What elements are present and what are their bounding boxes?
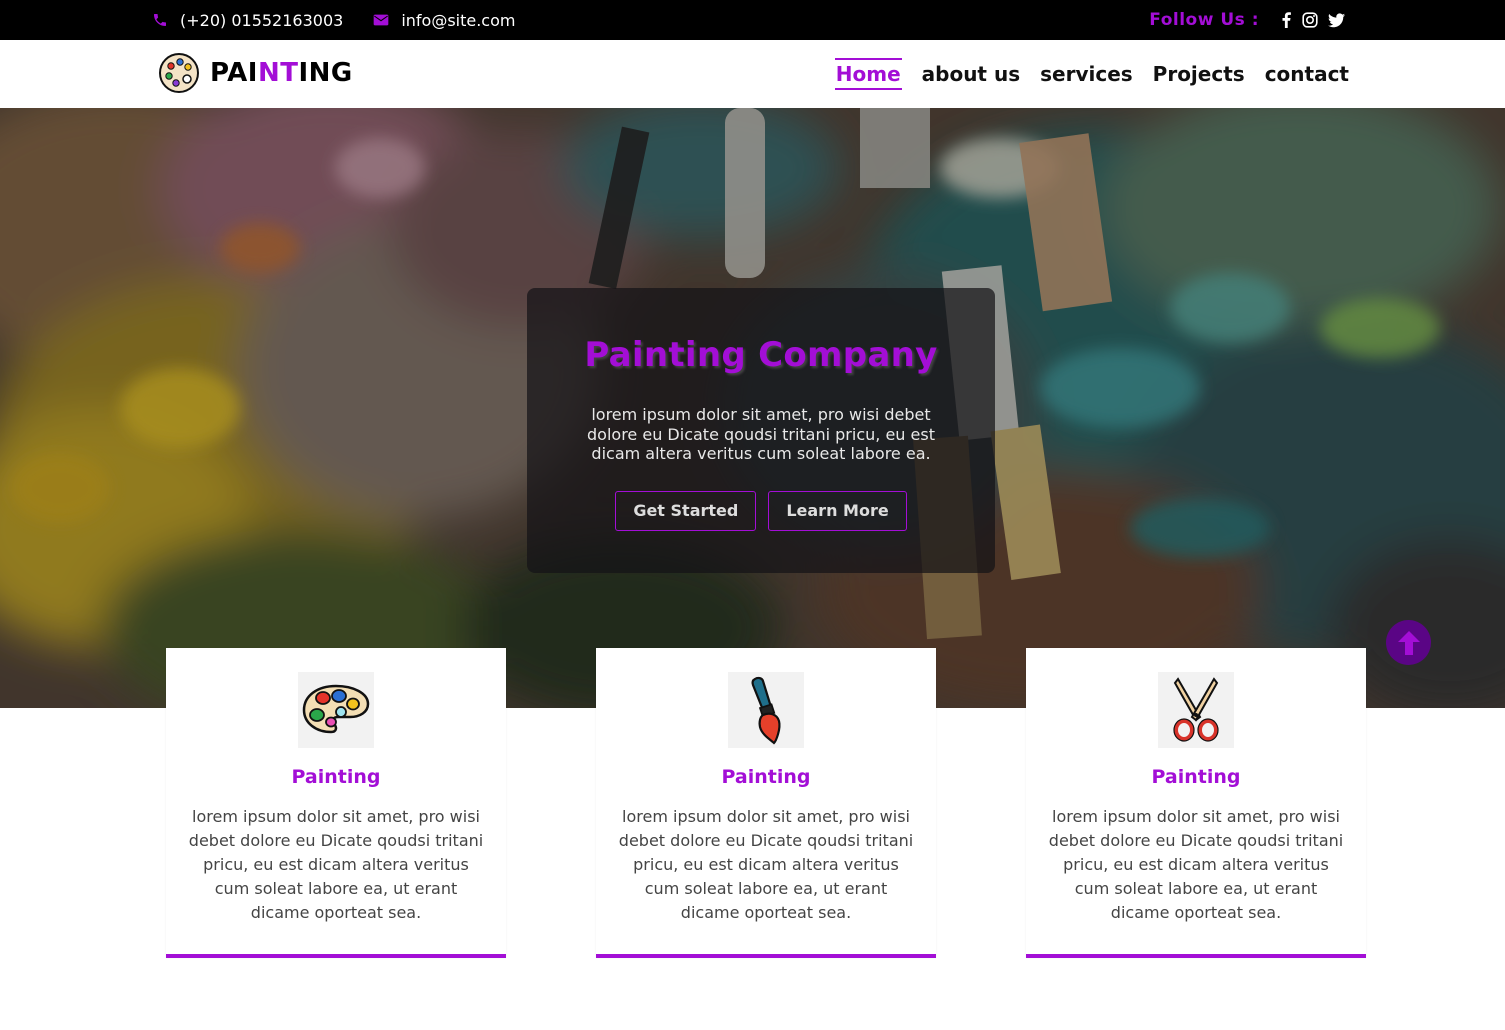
nav-services[interactable]: services — [1040, 58, 1133, 90]
service-text: lorem ipsum dolor sit amet, pro wisi deb… — [1048, 807, 1344, 922]
phone-contact[interactable]: (+20) 01552163003 — [152, 11, 343, 30]
service-text: lorem ipsum dolor sit amet, pro wisi deb… — [188, 807, 484, 922]
instagram-icon[interactable] — [1302, 12, 1318, 28]
hero-buttons: Get Started Learn More — [527, 490, 995, 531]
follow-us: Follow Us : — [1149, 0, 1345, 40]
nav-contact[interactable]: contact — [1265, 58, 1349, 90]
palette-logo-icon — [159, 53, 199, 93]
service-card: Painting lorem ipsum dolor sit amet, pro… — [596, 648, 936, 958]
nav-projects[interactable]: Projects — [1153, 58, 1245, 90]
arrow-up-icon — [1397, 630, 1420, 655]
learn-more-button[interactable]: Learn More — [768, 490, 907, 531]
hero-card: Painting Company lorem ipsum dolor sit a… — [527, 288, 995, 573]
envelope-icon — [373, 14, 389, 26]
scissors-icon — [1173, 677, 1219, 742]
brand-name-accent: NT — [257, 58, 299, 88]
follow-label: Follow Us : — [1149, 10, 1259, 30]
paintbrush-icon — [751, 676, 781, 745]
main-nav: Home about us services Projects contact — [815, 40, 1349, 108]
get-started-button[interactable]: Get Started — [615, 490, 757, 531]
hero-text: lorem ipsum dolor sit amet, pro wisi deb… — [587, 405, 935, 463]
palette-icon — [302, 684, 370, 734]
service-text: lorem ipsum dolor sit amet, pro wisi deb… — [618, 807, 914, 922]
service-icon-box — [728, 672, 804, 748]
brand-name-part3: ING — [298, 58, 353, 88]
phone-icon — [154, 14, 166, 26]
contact-info: (+20) 01552163003 info@site.com — [152, 0, 545, 40]
service-card: Painting lorem ipsum dolor sit amet, pro… — [1026, 648, 1366, 958]
service-title: Painting — [721, 766, 811, 788]
brand-name-part1: PAI — [210, 58, 258, 88]
service-icon-box — [1158, 672, 1234, 748]
service-icon-box — [298, 672, 374, 748]
scroll-to-top-button[interactable] — [1386, 620, 1431, 665]
twitter-icon[interactable] — [1328, 12, 1345, 28]
service-title: Painting — [291, 766, 381, 788]
email-contact[interactable]: info@site.com — [373, 11, 515, 30]
top-bar: (+20) 01552163003 info@site.com Follow U… — [0, 0, 1505, 40]
brand-name: PAINTING — [210, 58, 353, 88]
navbar: PAINTING Home about us services Projects… — [0, 40, 1505, 108]
hero-section: Painting Company lorem ipsum dolor sit a… — [0, 108, 1505, 708]
brand-logo[interactable]: PAINTING — [158, 52, 353, 94]
nav-about-us[interactable]: about us — [922, 58, 1020, 90]
service-title: Painting — [1151, 766, 1241, 788]
email-address: info@site.com — [401, 10, 516, 30]
service-card: Painting lorem ipsum dolor sit amet, pro… — [166, 648, 506, 958]
hero-title: Painting Company — [584, 335, 938, 375]
phone-number: (+20) 01552163003 — [180, 10, 344, 30]
nav-home[interactable]: Home — [834, 58, 902, 90]
facebook-icon[interactable] — [1281, 12, 1292, 28]
